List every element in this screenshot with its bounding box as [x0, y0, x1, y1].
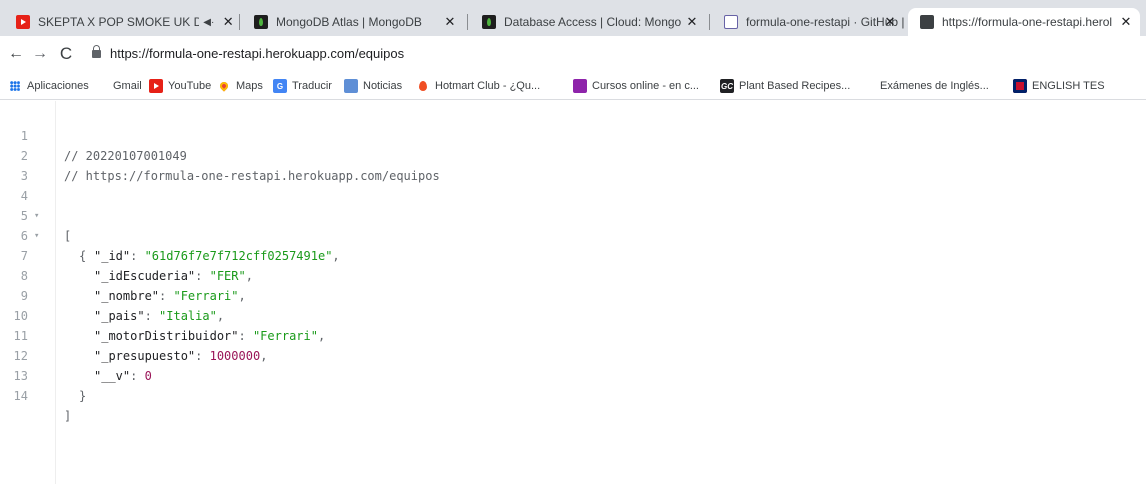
bookmark-label: Noticias	[363, 80, 403, 92]
bookmark-label: Cursos online - en c...	[592, 80, 699, 92]
tab-database-access[interactable]: Database Access | Cloud: Mongo ✕	[470, 8, 706, 36]
tab-title: formula-one-restapi · GitHub | He	[746, 15, 904, 29]
bookmarks-bar: Aplicaciones M Gmail YouTube Maps G Trad…	[0, 72, 1146, 100]
close-tab-icon[interactable]: ✕	[442, 14, 458, 30]
array-close-bracket: ]	[64, 409, 72, 423]
reload-button[interactable]: C	[56, 44, 76, 64]
bookmark-examenes[interactable]: ↗ Exámenes de Inglés...	[861, 77, 989, 95]
code-line: 13 }	[0, 346, 1146, 403]
bookmark-plant-based[interactable]: GC Plant Based Recipes...	[720, 77, 850, 95]
apps-grid-icon	[8, 79, 22, 93]
bookmark-maps[interactable]: Maps	[217, 77, 263, 95]
code-line: 9 "_pais": "Italia",	[0, 266, 1146, 323]
code-line: 5 ▾ {	[0, 186, 1146, 263]
globe-icon	[920, 15, 934, 29]
maps-pin-icon	[217, 79, 231, 93]
code-line: 7 "_idEscuderia": "FER",	[0, 226, 1146, 283]
tab-title: MongoDB Atlas | MongoDB	[276, 15, 422, 29]
code-line: 2 // https://formula-one-restapi.herokua…	[0, 126, 1146, 183]
bookmark-youtube[interactable]: YouTube	[149, 77, 211, 95]
bookmark-label: Exámenes de Inglés...	[880, 80, 989, 92]
examenes-icon: ↗	[864, 81, 872, 91]
close-tab-icon[interactable]: ✕	[1118, 14, 1134, 30]
browser-toolbar: ← → C https://formula-one-restapi.heroku…	[0, 36, 1146, 72]
bookmark-label: Gmail	[113, 80, 142, 92]
cursos-icon	[573, 79, 587, 93]
uk-flag-icon	[1013, 79, 1027, 93]
bookmark-label: ENGLISH TES	[1032, 80, 1105, 92]
bookmark-label: Plant Based Recipes...	[739, 80, 851, 92]
bookmark-label: Traducir	[292, 80, 332, 92]
bookmark-hotmart[interactable]: Hotmart Club - ¿Qu...	[416, 77, 540, 95]
tab-title: Database Access | Cloud: Mongo	[504, 15, 682, 29]
lock-icon[interactable]	[92, 45, 101, 58]
code-line: 14 ]	[0, 366, 1146, 423]
bookmark-english-test[interactable]: ENGLISH TES	[1013, 77, 1105, 95]
tab-strip: SKEPTA X POP SMOKE UK D ◀· ✕ MongoDB Atl…	[0, 0, 1146, 36]
json-viewer: 1 // 20220107001049 2 // https://formula…	[0, 101, 1146, 484]
mongodb-leaf-icon	[482, 15, 496, 29]
translate-icon: G	[273, 79, 287, 93]
address-bar[interactable]: https://formula-one-restapi.herokuapp.co…	[110, 46, 404, 61]
bookmark-aplicaciones[interactable]: Aplicaciones	[8, 77, 89, 95]
tab-separator	[709, 14, 710, 30]
hotmart-icon	[416, 79, 430, 93]
code-line: 3	[0, 146, 1146, 183]
gc-icon: GC	[720, 79, 734, 93]
close-tab-icon[interactable]: ✕	[882, 14, 898, 30]
bookmark-label: Aplicaciones	[27, 80, 89, 92]
code-line: 10 "_motorDistribuidor": "Ferrari",	[0, 286, 1146, 343]
code-line: 8 "_nombre": "Ferrari",	[0, 246, 1146, 303]
code-line: 11 "_presupuesto": 1000000,	[0, 306, 1146, 363]
bookmark-traducir[interactable]: G Traducir	[273, 77, 332, 95]
heroku-icon: H	[724, 15, 738, 29]
code-line: 6 "_id": "61d76f7e7f712cff0257491e",	[0, 206, 1146, 263]
tab-mongodb-atlas[interactable]: MongoDB Atlas | MongoDB ✕	[242, 8, 464, 36]
close-tab-icon[interactable]: ✕	[684, 14, 700, 30]
tab-youtube[interactable]: SKEPTA X POP SMOKE UK D ◀· ✕	[4, 8, 236, 36]
bookmark-gmail[interactable]: M Gmail	[94, 77, 142, 95]
tab-github-heroku[interactable]: H formula-one-restapi · GitHub | He ✕	[712, 8, 904, 36]
bookmark-noticias[interactable]: Noticias	[344, 77, 402, 95]
mongodb-leaf-icon	[254, 15, 268, 29]
tab-title: https://formula-one-restapi.herol	[942, 15, 1113, 29]
tab-separator	[239, 14, 240, 30]
youtube-icon	[149, 79, 163, 93]
tab-active-herokuapp[interactable]: https://formula-one-restapi.herol ✕	[908, 8, 1140, 36]
forward-button[interactable]: →	[30, 44, 50, 64]
bookmark-label: YouTube	[168, 80, 212, 92]
back-button[interactable]: ←	[6, 44, 26, 64]
tab-title: SKEPTA X POP SMOKE UK D	[38, 15, 200, 29]
youtube-icon	[16, 15, 30, 29]
line-number: 14	[13, 389, 28, 403]
object-close-brace: }	[79, 389, 87, 403]
gmail-icon: M	[97, 81, 105, 91]
tab-separator	[467, 14, 468, 30]
close-tab-icon[interactable]: ✕	[220, 14, 236, 30]
audio-playing-icon[interactable]: ◀·	[203, 17, 214, 28]
code-line: 12 "__v": 0	[0, 326, 1146, 383]
news-icon	[344, 79, 358, 93]
bookmark-label: Hotmart Club - ¿Qu...	[435, 80, 541, 92]
bookmark-cursos[interactable]: Cursos online - en c...	[573, 77, 699, 95]
bookmark-label: Maps	[236, 80, 263, 92]
code-line: 4 ▾ [	[0, 166, 1146, 243]
code-line: 1 // 20220107001049	[0, 106, 1146, 163]
